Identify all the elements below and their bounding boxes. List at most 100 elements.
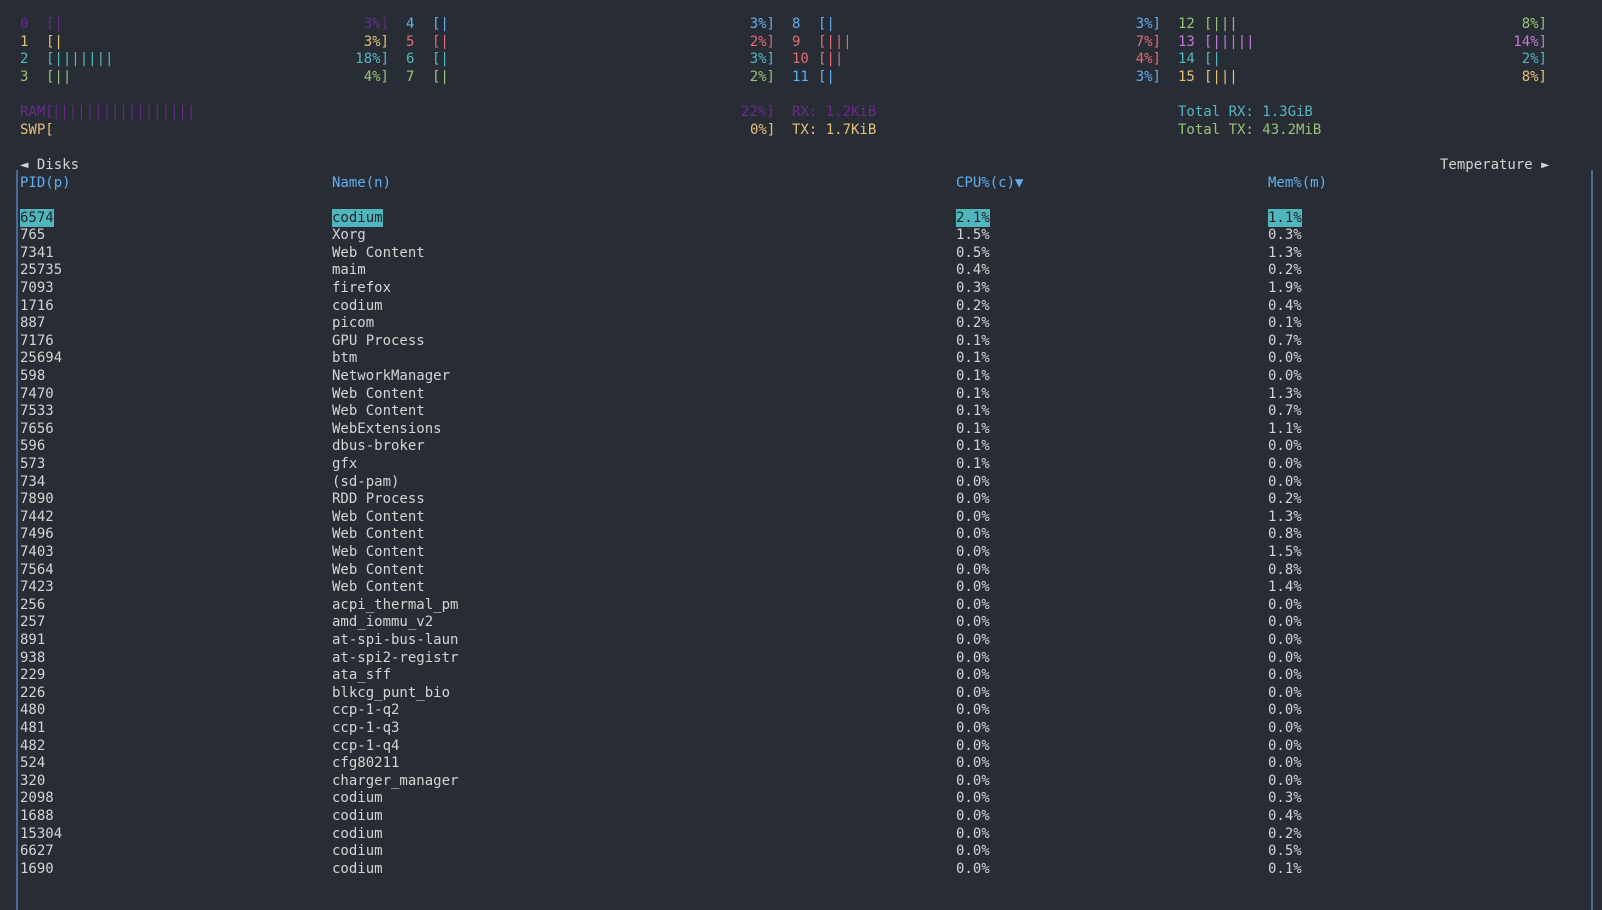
cell-pid: 2098 — [20, 790, 54, 807]
column-header-cpu[interactable]: CPU%(c)▼ — [956, 174, 1023, 192]
cell-name: acpi_thermal_pm — [332, 596, 459, 613]
cell-pid: 6574 — [20, 208, 54, 227]
ram-label: RAM[ — [20, 104, 54, 120]
cpu-core-bar: [||||||| — [46, 51, 114, 68]
cell-name: RDD Process — [332, 491, 425, 508]
cell-name: btm — [332, 350, 358, 367]
cell-mem: 0.0% — [1268, 631, 1302, 648]
cell-pid: 7496 — [20, 526, 54, 543]
cell-pid: 573 — [20, 455, 46, 472]
cell-pid: 7564 — [20, 561, 54, 578]
cell-cpu: 0.0% — [956, 807, 990, 824]
cell-pid: 229 — [20, 667, 46, 684]
cell-name: ata_sff — [332, 667, 392, 684]
cell-mem: 0.0% — [1268, 367, 1302, 384]
cell-cpu: 0.0% — [956, 491, 990, 508]
cpu-core-id: 9 — [792, 33, 801, 50]
cell-cpu: 0.1% — [956, 350, 990, 367]
cell-name: Web Content — [332, 561, 425, 578]
cell-pid: 257 — [20, 614, 46, 631]
cell-cpu: 0.0% — [956, 561, 990, 578]
cpu-core-bar: [||||| — [1204, 33, 1255, 50]
cpu-core-percent: 2%] — [749, 33, 775, 50]
cell-cpu: 0.0% — [956, 702, 990, 719]
cell-mem: 0.4% — [1268, 807, 1302, 824]
cell-pid: 7423 — [20, 579, 54, 596]
cpu-core-id: 6 — [406, 51, 415, 68]
cpu-core-id: 7 — [406, 68, 415, 85]
cpu-core-percent: 3%] — [749, 51, 775, 68]
cell-name: codium — [332, 825, 383, 842]
column-header-pid[interactable]: PID(p) — [20, 174, 71, 192]
cell-mem: 0.5% — [1268, 843, 1302, 860]
cell-pid: 25694 — [20, 350, 63, 367]
cell-pid: 7533 — [20, 403, 54, 420]
cell-name: amd_iommu_v2 — [332, 614, 434, 631]
cell-mem: 0.3% — [1268, 227, 1302, 244]
cpu-core-bar: [| — [432, 33, 449, 50]
cpu-core-bar: [| — [1204, 51, 1221, 68]
cell-cpu: 0.1% — [956, 420, 990, 437]
cell-cpu: 0.0% — [956, 579, 990, 596]
cpu-core-percent: 7%] — [1135, 33, 1161, 50]
cell-name: Web Content — [332, 543, 425, 560]
cpu-core-id: 5 — [406, 33, 415, 50]
cpu-core-id: 2 — [20, 51, 29, 68]
cpu-core-id: 13 — [1178, 33, 1195, 50]
cpu-core-percent: 4%] — [363, 68, 389, 85]
cell-mem: 0.8% — [1268, 526, 1302, 543]
cell-pid: 320 — [20, 772, 46, 789]
cell-cpu: 0.1% — [956, 455, 990, 472]
cpu-core-percent: 8%] — [1521, 68, 1547, 85]
cpu-core-bar: [| — [432, 16, 449, 32]
cpu-core-percent: 3%] — [1135, 68, 1161, 85]
cell-pid: 1688 — [20, 807, 54, 824]
cpu-core-bar: [| — [432, 51, 449, 68]
cell-pid: 481 — [20, 719, 46, 736]
cell-mem: 0.3% — [1268, 790, 1302, 807]
network-rx: RX: 1.2KiB — [792, 104, 877, 120]
cell-cpu: 2.1% — [956, 208, 990, 227]
cell-cpu: 0.2% — [956, 297, 990, 314]
network-total-rx: Total RX: 1.3GiB — [1178, 104, 1313, 120]
cell-cpu: 0.1% — [956, 403, 990, 420]
cell-name: firefox — [332, 279, 392, 296]
column-header-name[interactable]: Name(n) — [332, 174, 391, 192]
cell-pid: 1690 — [20, 860, 54, 877]
cell-cpu: 0.0% — [956, 737, 990, 754]
process-table[interactable] — [16, 170, 1593, 910]
cpu-core-id: 10 — [792, 51, 809, 68]
network-total-tx: Total TX: 43.2MiB — [1178, 122, 1322, 138]
cell-cpu: 0.0% — [956, 543, 990, 560]
column-header-mem[interactable]: Mem%(m) — [1268, 174, 1327, 192]
cell-mem: 0.0% — [1268, 350, 1302, 367]
cell-mem: 0.2% — [1268, 262, 1302, 279]
cell-cpu: 0.0% — [956, 772, 990, 789]
cell-name: Web Content — [332, 385, 425, 402]
cell-mem: 0.0% — [1268, 772, 1302, 789]
cell-name: cfg80211 — [332, 755, 400, 772]
cell-cpu: 0.0% — [956, 860, 990, 877]
cell-mem: 0.0% — [1268, 455, 1302, 472]
cell-mem: 0.1% — [1268, 315, 1302, 332]
cell-mem: 0.0% — [1268, 596, 1302, 613]
cell-pid: 256 — [20, 596, 46, 613]
cell-mem: 0.0% — [1268, 614, 1302, 631]
cell-mem: 0.0% — [1268, 438, 1302, 455]
cell-mem: 0.0% — [1268, 719, 1302, 736]
cell-mem: 0.0% — [1268, 473, 1302, 490]
cell-cpu: 0.2% — [956, 315, 990, 332]
cell-name: ccp-1-q4 — [332, 737, 400, 754]
cpu-core-bar: [| — [432, 68, 449, 85]
cell-name: Web Content — [332, 579, 425, 596]
cpu-core-id: 0 — [20, 16, 29, 32]
cpu-core-id: 14 — [1178, 51, 1195, 68]
cell-name: (sd-pam) — [332, 473, 400, 490]
cell-name: Web Content — [332, 403, 425, 420]
cpu-core-percent: 3%] — [363, 33, 389, 50]
cpu-core-bar: [| — [818, 16, 835, 32]
cpu-core-bar: [||| — [818, 33, 852, 50]
cell-cpu: 0.0% — [956, 825, 990, 842]
cell-cpu: 0.1% — [956, 438, 990, 455]
swap-percent: 0%] — [750, 122, 776, 138]
